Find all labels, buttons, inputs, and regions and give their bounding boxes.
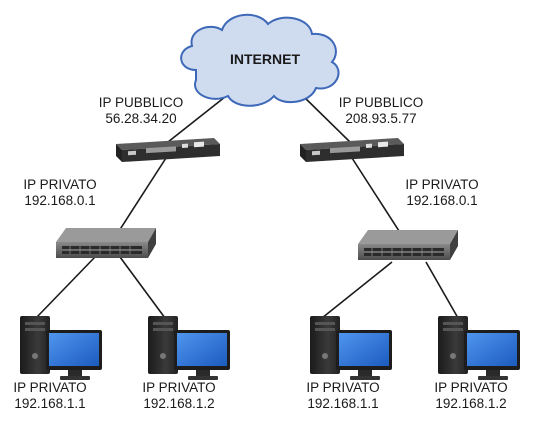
lan-right-label: IP PRIVATO 192.168.0.1 <box>392 177 492 209</box>
private-ip-title: IP PRIVATO <box>306 380 380 395</box>
link-switch-pc2-right <box>425 261 459 319</box>
router-left-label: IP PUBBLICO 56.28.34.20 <box>86 95 196 127</box>
private-ip-title: IP PRIVATO <box>13 380 87 395</box>
private-ip-title: IP PRIVATO <box>434 380 508 395</box>
computer-icon-right-2 <box>438 316 520 380</box>
private-ip-title: IP PRIVATO <box>142 380 216 395</box>
computer-icon-left-1 <box>20 316 102 380</box>
host-right-1-label: IP PRIVATO 192.168.1.1 <box>298 380 388 412</box>
host-right-2-label: IP PRIVATO 192.168.1.2 <box>426 380 516 412</box>
public-ip-value: 208.93.5.77 <box>345 111 417 126</box>
computer-icon-left-2 <box>148 316 230 380</box>
host-left-1-label: IP PRIVATO 192.168.1.1 <box>5 380 95 412</box>
switch-icon-right <box>358 230 458 260</box>
host-left-2-label: IP PRIVATO 192.168.1.2 <box>134 380 224 412</box>
internet-label: INTERNET <box>230 51 300 67</box>
router-icon-right <box>300 138 404 162</box>
switch-icon-left <box>56 228 156 258</box>
private-ip-title: IP PRIVATO <box>23 177 97 192</box>
lan-left-label: IP PRIVATO 192.168.0.1 <box>10 177 110 209</box>
private-ip-value: 192.168.0.1 <box>24 193 96 208</box>
private-ip-title: IP PRIVATO <box>405 177 479 192</box>
private-ip-value: 192.168.1.2 <box>143 396 215 411</box>
link-switch-pc1-left <box>35 256 96 319</box>
private-ip-value: 192.168.0.1 <box>406 193 478 208</box>
private-ip-value: 192.168.1.1 <box>14 396 86 411</box>
link-switch-pc1-right <box>321 261 393 319</box>
router-icon-left <box>116 138 220 162</box>
public-ip-title: IP PUBBLICO <box>338 95 424 110</box>
private-ip-value: 192.168.1.2 <box>435 396 507 411</box>
public-ip-title: IP PUBBLICO <box>98 95 184 110</box>
public-ip-value: 56.28.34.20 <box>105 111 177 126</box>
link-switch-pc2-left <box>119 256 166 319</box>
computer-icon-right-1 <box>310 316 392 380</box>
network-diagram: INTERNET IP PUBBLICO 56.28.34.20 IP PUBB… <box>0 0 534 422</box>
private-ip-value: 192.168.1.1 <box>307 396 379 411</box>
router-right-label: IP PUBBLICO 208.93.5.77 <box>326 95 436 127</box>
